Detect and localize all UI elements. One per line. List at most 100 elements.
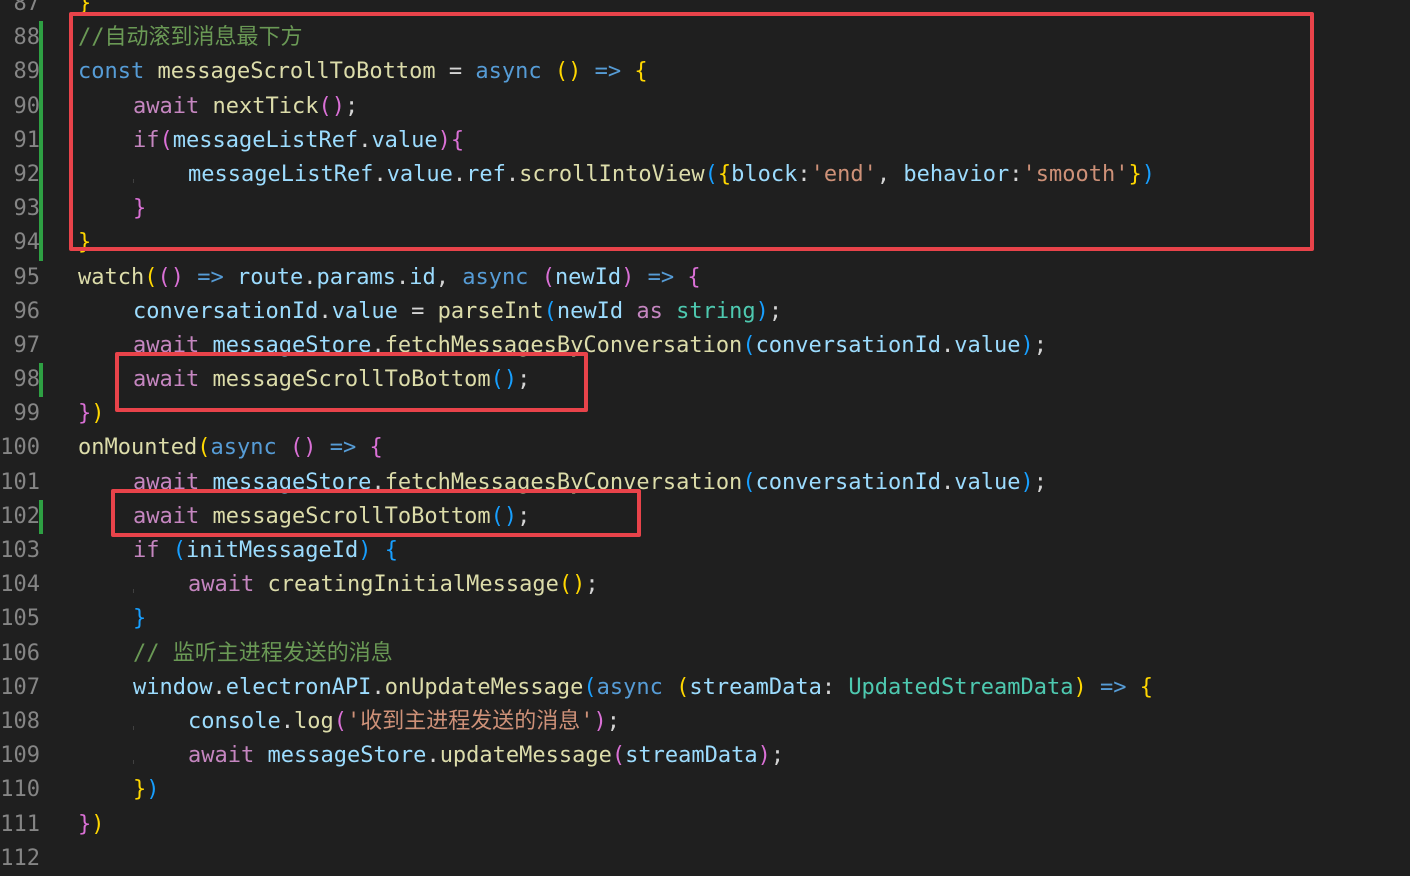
line-number-text: 99 bbox=[13, 401, 41, 427]
code-token: streamData bbox=[625, 743, 758, 769]
code-token: window bbox=[133, 674, 213, 700]
modified-line-marker bbox=[39, 123, 43, 158]
code-token: value bbox=[331, 298, 398, 324]
code-token: conversationId bbox=[755, 469, 941, 495]
code-text: // 监听主进程发送的消息 bbox=[78, 637, 393, 671]
line-number-text: 95 bbox=[13, 264, 41, 290]
line-number-text: 106 bbox=[0, 640, 40, 666]
code-token: ; bbox=[768, 298, 783, 324]
line-number-text: 87 bbox=[13, 0, 41, 16]
line-number: 101 bbox=[0, 466, 40, 500]
line-number-text: 111 bbox=[0, 811, 40, 837]
code-token: . bbox=[303, 264, 317, 290]
line-number-text: 93 bbox=[13, 196, 41, 222]
line-number-text: 110 bbox=[0, 777, 40, 803]
code-token: async bbox=[462, 264, 529, 290]
line-number-text: 104 bbox=[0, 572, 40, 598]
modified-line-marker bbox=[39, 226, 43, 261]
line-number: 102 bbox=[0, 500, 40, 534]
code-line[interactable]: 108 console.log('收到主进程发送的消息'); bbox=[0, 705, 1410, 739]
code-line[interactable]: 100 onMounted(async () => { bbox=[0, 431, 1410, 465]
line-number-text: 101 bbox=[0, 469, 40, 495]
code-token: log bbox=[293, 708, 334, 734]
code-line[interactable]: 104 await creatingInitialMessage(); bbox=[0, 568, 1410, 602]
code-line[interactable]: 103 if (initMessageId) { bbox=[0, 534, 1410, 568]
code-token: ) bbox=[91, 401, 105, 427]
code-token: ( bbox=[172, 538, 186, 563]
code-token: => bbox=[647, 264, 675, 290]
code-token: electronAPI bbox=[225, 674, 372, 700]
code-token: . bbox=[212, 674, 226, 700]
code-token: . bbox=[426, 743, 440, 769]
code-token: ) bbox=[755, 298, 769, 324]
code-line[interactable]: 109 await messageStore.updateMessage(stre… bbox=[0, 739, 1410, 773]
code-line[interactable]: 112 bbox=[0, 842, 1410, 876]
code-token: conversationId bbox=[755, 332, 941, 358]
code-token: { bbox=[1139, 674, 1153, 700]
code-text: conversationId.value = parseInt(newId as… bbox=[78, 295, 782, 329]
code-token: { bbox=[369, 435, 383, 461]
code-token: ; bbox=[770, 743, 785, 769]
code-line[interactable]: 111}) bbox=[0, 808, 1410, 842]
line-number: 106 bbox=[0, 637, 40, 671]
code-token: ; bbox=[606, 708, 620, 734]
line-number: 100 bbox=[0, 431, 40, 465]
code-token: streamData bbox=[689, 674, 822, 700]
code-token: => bbox=[197, 264, 224, 290]
code-token: ( bbox=[583, 674, 597, 700]
code-token: ( bbox=[144, 264, 158, 290]
line-number: 92 bbox=[0, 158, 41, 192]
line-number-text: 88 bbox=[13, 25, 41, 51]
line-number-text: 96 bbox=[13, 298, 41, 324]
line-number-text: 103 bbox=[0, 538, 40, 563]
code-line[interactable]: 105} bbox=[0, 602, 1410, 636]
line-number-text: 97 bbox=[13, 332, 41, 358]
line-number: 88 bbox=[0, 21, 41, 55]
code-token: '收到主进程发送的消息' bbox=[346, 708, 594, 734]
code-text: }) bbox=[78, 808, 105, 842]
code-line[interactable]: 96 conversationId.value = parseInt(newId … bbox=[0, 295, 1410, 329]
code-line[interactable]: 107 window.electronAPI.onUpdateMessage(as… bbox=[0, 671, 1410, 705]
line-number-text: 91 bbox=[13, 127, 41, 153]
code-token: ( bbox=[197, 435, 211, 461]
line-number: 87 bbox=[0, 0, 41, 21]
line-number: 108 bbox=[0, 705, 40, 739]
modified-line-marker bbox=[39, 89, 43, 124]
code-text: window.electronAPI.onUpdateMessage(async… bbox=[78, 671, 1153, 705]
code-token: . bbox=[941, 469, 955, 495]
code-token: . bbox=[941, 332, 955, 358]
code-line[interactable]: 106 // 监听主进程发送的消息 bbox=[0, 637, 1410, 671]
code-token: => bbox=[1099, 674, 1127, 700]
line-number: 112 bbox=[0, 842, 40, 876]
code-token: onMounted bbox=[78, 435, 198, 461]
code-token: => bbox=[329, 435, 357, 461]
code-token: if bbox=[133, 538, 160, 563]
code-text: watch(() => route.params.id, async (newI… bbox=[78, 261, 701, 295]
line-number: 96 bbox=[0, 295, 41, 329]
code-token: . bbox=[318, 298, 332, 324]
line-number-text: 107 bbox=[0, 674, 40, 700]
code-token: value bbox=[954, 332, 1021, 358]
code-line[interactable]: 95 watch(() => route.params.id, async (ne… bbox=[0, 261, 1410, 295]
code-text: }) bbox=[78, 773, 160, 807]
code-token: messageStore bbox=[267, 743, 427, 769]
code-token: UpdatedStreamData bbox=[848, 674, 1074, 700]
line-number: 105 bbox=[0, 602, 40, 636]
line-number: 89 bbox=[0, 55, 41, 89]
code-line[interactable]: 110}) bbox=[0, 773, 1410, 807]
modified-line-marker bbox=[39, 55, 43, 90]
line-number: 107 bbox=[0, 671, 40, 705]
code-token: console bbox=[188, 708, 281, 734]
code-text: console.log('收到主进程发送的消息'); bbox=[78, 705, 620, 739]
code-text: await creatingInitialMessage(); bbox=[78, 568, 599, 602]
code-token: ) bbox=[1073, 674, 1087, 700]
code-token: . bbox=[371, 674, 385, 700]
